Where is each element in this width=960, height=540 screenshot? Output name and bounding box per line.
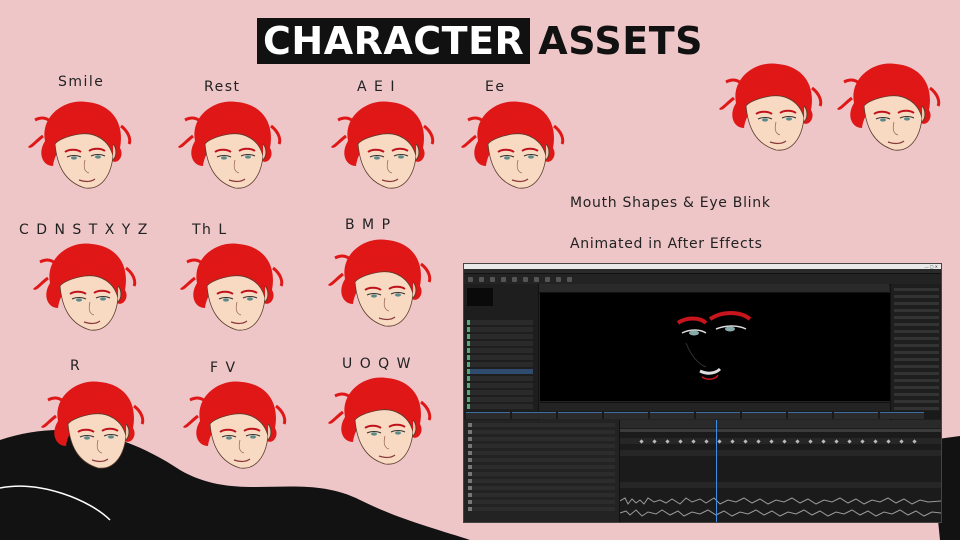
ae-right-panels (890, 284, 941, 424)
title-plain: ASSETS (538, 19, 703, 63)
label-bmp: B M P (345, 217, 392, 233)
character-face-aei (328, 96, 438, 196)
character-face-smile (25, 96, 135, 196)
face-illustration (179, 243, 284, 331)
character-face-rest (175, 96, 285, 196)
character-face-th-l (177, 238, 287, 338)
caption-mouth-shapes-eye-blink: Mouth Shapes & Eye Blink (570, 195, 771, 211)
label-fv: F V (210, 360, 237, 376)
character-face-ee (458, 96, 568, 196)
character-face-r (38, 376, 148, 476)
face-illustration (177, 101, 282, 189)
face-illustration (718, 63, 823, 151)
title-highlighted: CHARACTER (257, 18, 531, 64)
label-cdnstxyz: C D N S T X Y Z (19, 222, 149, 238)
label-uoqw: U O Q W (342, 356, 412, 372)
playhead[interactable] (716, 420, 717, 522)
face-illustration (27, 101, 132, 189)
ae-timeline-tabs (464, 411, 941, 419)
character-face-fv (180, 376, 290, 476)
label-r: R (70, 358, 82, 374)
face-illustration (327, 377, 432, 465)
composition-face-lines (676, 311, 752, 380)
face-illustration (327, 239, 432, 327)
ae-layer-panel (464, 420, 620, 522)
audio-waveform (620, 497, 941, 505)
face-illustration (182, 381, 287, 469)
character-face-uoqw (325, 372, 435, 472)
face-illustration (330, 101, 435, 189)
face-illustration (460, 101, 565, 189)
label-smile: Smile (58, 74, 105, 90)
label-th-l: Th L (192, 222, 228, 238)
label-ee: Ee (485, 79, 506, 95)
ae-timeline (620, 420, 941, 522)
audio-waveform-2 (620, 509, 941, 517)
character-face-blink-open (716, 58, 826, 158)
character-face-blink-closed (834, 58, 944, 158)
caption-animated-after-effects: Animated in After Effects (570, 236, 763, 252)
face-illustration (836, 63, 941, 151)
face-illustration (32, 243, 137, 331)
label-aei: A E I (357, 79, 396, 95)
ae-viewer-footer (540, 402, 890, 411)
character-face-bmp (325, 234, 435, 334)
label-rest: Rest (204, 79, 241, 95)
ae-composition-viewer (540, 293, 890, 401)
face-illustration (40, 381, 145, 469)
after-effects-screenshot: — ▢ ✕ (463, 263, 942, 523)
ae-project-panel (464, 284, 539, 424)
character-face-cdnstxyz (30, 238, 140, 338)
ae-viewer-tabs (539, 284, 889, 293)
